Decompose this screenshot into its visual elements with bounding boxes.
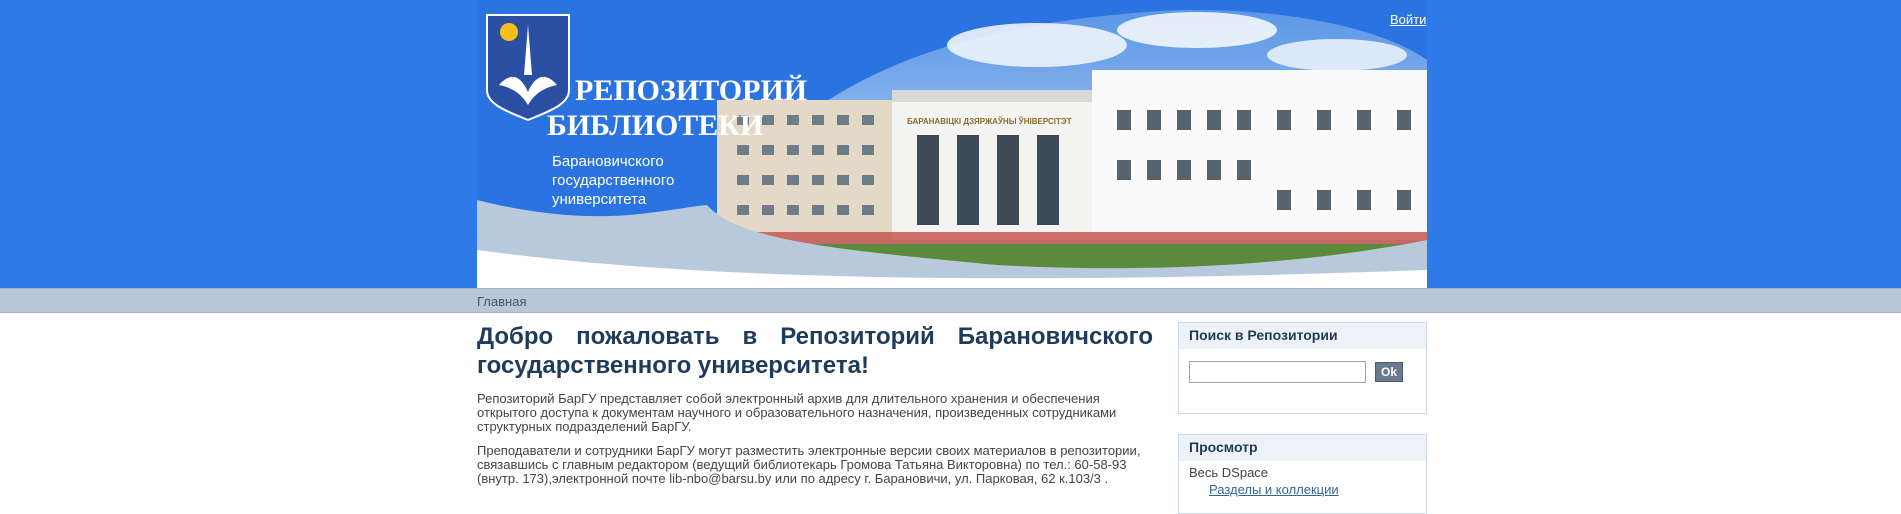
- browse-panel: Просмотр Весь DSpace Разделы и коллекции: [1178, 434, 1427, 514]
- banner-subtitle-line2: государственного: [552, 172, 674, 189]
- browse-panel-title: Просмотр: [1179, 435, 1426, 461]
- banner-subtitle-line3: университета: [552, 191, 647, 208]
- login-link[interactable]: Войти: [1390, 12, 1426, 27]
- browse-communities-link[interactable]: Разделы и коллекции: [1209, 482, 1339, 497]
- banner-title-line1: РЕПОЗИТОРИЙ: [575, 74, 807, 107]
- search-input[interactable]: [1189, 361, 1366, 383]
- banner-subtitle-line1: Барановичского: [552, 153, 664, 170]
- banner-title-line2: БИБЛИОТЕКИ: [547, 109, 763, 142]
- intro-paragraph: Репозиторий БарГУ представляет собой эле…: [477, 391, 1117, 434]
- coat-of-arms-icon: [486, 14, 570, 122]
- building-right: [1092, 70, 1427, 240]
- breadcrumb-home[interactable]: Главная: [477, 294, 526, 309]
- banner-artwork: БАРАНАВІЦКІ ДЗЯРЖАЎНЫ ЎНІВЕРСІТЭТ РЕПОЗИ…: [477, 0, 1427, 288]
- banner: БАРАНАВІЦКІ ДЗЯРЖАЎНЫ ЎНІВЕРСІТЭТ РЕПОЗИ…: [477, 0, 1427, 288]
- main-content: Добро пожаловать в Репозиторий Баранович…: [477, 322, 1153, 486]
- breadcrumb: Главная: [0, 288, 1901, 313]
- contact-paragraph: Преподаватели и сотрудники БарГУ могут р…: [477, 443, 1141, 486]
- building-sign: БАРАНАВІЦКІ ДЗЯРЖАЎНЫ ЎНІВЕРСІТЭТ: [907, 117, 1072, 126]
- search-ok-button[interactable]: Ok: [1375, 362, 1403, 382]
- page-title: Добро пожаловать в Репозиторий Баранович…: [477, 323, 1153, 379]
- search-panel: Поиск в Репозитории Ok: [1178, 322, 1427, 414]
- browse-scope: Весь DSpace: [1189, 465, 1269, 480]
- search-panel-title: Поиск в Репозитории: [1179, 323, 1426, 349]
